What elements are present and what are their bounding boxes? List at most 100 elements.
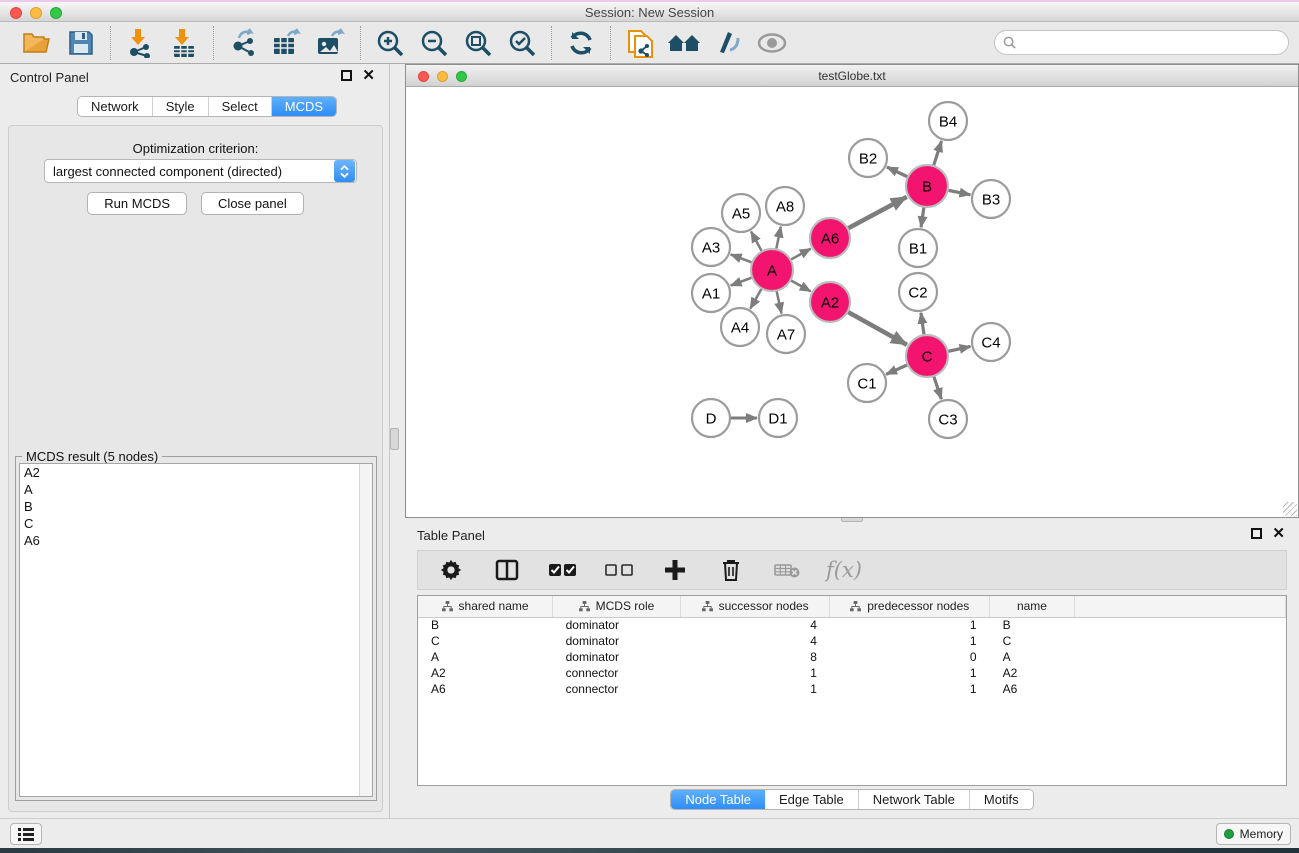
column-header-name[interactable]: name (990, 596, 1075, 617)
table-cell[interactable]: A2 (990, 665, 1075, 681)
table-cell[interactable]: 8 (680, 649, 830, 665)
split-columns-icon[interactable] (490, 554, 524, 586)
table-row[interactable]: Adominator80A (418, 649, 1286, 665)
add-column-icon[interactable] (658, 554, 692, 586)
select-all-checkboxes-icon[interactable] (546, 554, 580, 586)
table-cell[interactable]: A6 (418, 681, 553, 697)
import-network-icon[interactable] (123, 27, 157, 59)
tab-node-table[interactable]: Node Table (671, 790, 765, 809)
graph-node-B1[interactable]: B1 (899, 229, 937, 267)
graph-node-B2[interactable]: B2 (849, 139, 887, 177)
network-window-titlebar[interactable]: testGlobe.txt (406, 65, 1298, 87)
gear-icon[interactable] (434, 554, 468, 586)
export-table-icon[interactable] (270, 27, 304, 59)
graph-node-B4[interactable]: B4 (929, 102, 967, 140)
mcds-result-item[interactable]: C (20, 515, 372, 532)
table-cell[interactable]: B (990, 617, 1075, 633)
table-cell[interactable]: A (990, 649, 1075, 665)
table-cell[interactable]: A6 (990, 681, 1075, 697)
table-cell[interactable]: C (990, 633, 1075, 649)
search-input[interactable] (1021, 36, 1288, 50)
memory-button[interactable]: Memory (1216, 823, 1291, 845)
mcds-result-item[interactable]: A2 (20, 464, 372, 481)
graph-node-D[interactable]: D (692, 399, 730, 437)
table-cell[interactable]: dominator (553, 649, 681, 665)
graph-node-A2[interactable]: A2 (810, 282, 850, 322)
column-header-shared-name[interactable]: shared name (418, 596, 553, 617)
table-cell[interactable]: C (418, 633, 553, 649)
export-network-icon[interactable] (226, 27, 260, 59)
graph-node-C3[interactable]: C3 (929, 400, 967, 438)
column-header-MCDS-role[interactable]: MCDS role (553, 596, 681, 617)
table-cell[interactable]: 1 (830, 633, 990, 649)
tab-network-table[interactable]: Network Table (859, 790, 970, 809)
vertical-splitter-handle[interactable] (390, 428, 399, 450)
close-panel-icon[interactable]: ✕ (362, 70, 375, 81)
graph-node-B[interactable]: B (906, 165, 948, 207)
table-cell[interactable]: A2 (418, 665, 553, 681)
close-panel-button[interactable]: Close panel (201, 192, 304, 215)
table-cell[interactable]: 1 (830, 617, 990, 633)
float-panel-icon[interactable] (341, 70, 352, 81)
eye-icon[interactable] (755, 27, 789, 59)
table-cell[interactable]: 4 (680, 633, 830, 649)
table-cell[interactable]: dominator (553, 617, 681, 633)
graph-node-C2[interactable]: C2 (899, 273, 937, 311)
copy-network-icon[interactable] (623, 27, 657, 59)
table-cell[interactable]: 1 (680, 681, 830, 697)
zoom-out-icon[interactable] (417, 27, 451, 59)
tab-edge-table[interactable]: Edge Table (765, 790, 859, 809)
graph-node-D1[interactable]: D1 (759, 399, 797, 437)
home-icon[interactable] (667, 27, 701, 59)
deselect-all-checkboxes-icon[interactable] (602, 554, 636, 586)
network-canvas[interactable]: AA6A2BCA5A8A3A1A4A7B2B4B3B1C2C4C1C3DD1 (406, 87, 1298, 517)
network-canvas-svg[interactable]: AA6A2BCA5A8A3A1A4A7B2B4B3B1C2C4C1C3DD1 (406, 87, 1298, 517)
table-cell[interactable]: 1 (680, 665, 830, 681)
table-cell[interactable]: connector (553, 681, 681, 697)
graph-node-A[interactable]: A (751, 249, 793, 291)
delete-icon[interactable] (714, 554, 748, 586)
table-cell[interactable]: 1 (830, 665, 990, 681)
window-resize-grip[interactable] (1283, 502, 1297, 516)
list-scrollbar[interactable] (359, 464, 372, 796)
tab-select[interactable]: Select (209, 97, 272, 116)
table-row[interactable]: A2connector11A2 (418, 665, 1286, 681)
graph-node-A4[interactable]: A4 (721, 308, 759, 346)
node-table[interactable]: shared nameMCDS rolesuccessor nodesprede… (417, 595, 1287, 786)
tab-motifs[interactable]: Motifs (970, 790, 1033, 809)
mcds-result-list[interactable]: A2ABCA6 (19, 463, 373, 797)
table-row[interactable]: Cdominator41C (418, 633, 1286, 649)
task-history-button[interactable] (10, 823, 42, 845)
table-cell[interactable]: B (418, 617, 553, 633)
function-builder-icon[interactable]: f(x) (826, 558, 862, 582)
graph-node-A8[interactable]: A8 (766, 187, 804, 225)
zoom-in-icon[interactable] (373, 27, 407, 59)
table-cell[interactable]: 0 (830, 649, 990, 665)
graph-node-A1[interactable]: A1 (692, 274, 730, 312)
table-cell[interactable]: A (418, 649, 553, 665)
table-cell[interactable]: dominator (553, 633, 681, 649)
column-header-successor-nodes[interactable]: successor nodes (680, 596, 830, 617)
table-row[interactable]: Bdominator41B (418, 617, 1286, 633)
import-table-icon[interactable] (167, 27, 201, 59)
run-mcds-button[interactable]: Run MCDS (87, 192, 187, 215)
mcds-result-item[interactable]: B (20, 498, 372, 515)
graph-node-A7[interactable]: A7 (767, 315, 805, 353)
tab-network[interactable]: Network (78, 97, 153, 116)
graph-node-C[interactable]: C (906, 335, 948, 377)
table-cell[interactable]: 1 (830, 681, 990, 697)
graph-node-C1[interactable]: C1 (848, 364, 886, 402)
tab-mcds[interactable]: MCDS (272, 97, 336, 116)
export-image-icon[interactable] (314, 27, 348, 59)
tab-style[interactable]: Style (153, 97, 209, 116)
save-session-icon[interactable] (64, 27, 98, 59)
table-float-panel-icon[interactable] (1251, 528, 1262, 539)
open-file-icon[interactable] (20, 27, 54, 59)
table-row[interactable]: A6connector11A6 (418, 681, 1286, 697)
graph-node-A5[interactable]: A5 (722, 194, 760, 232)
zoom-fit-icon[interactable] (461, 27, 495, 59)
criterion-dropdown[interactable]: largest connected component (directed) (44, 159, 357, 183)
search-field[interactable] (994, 30, 1289, 55)
graph-node-B3[interactable]: B3 (972, 180, 1010, 218)
table-cell[interactable]: 4 (680, 617, 830, 633)
